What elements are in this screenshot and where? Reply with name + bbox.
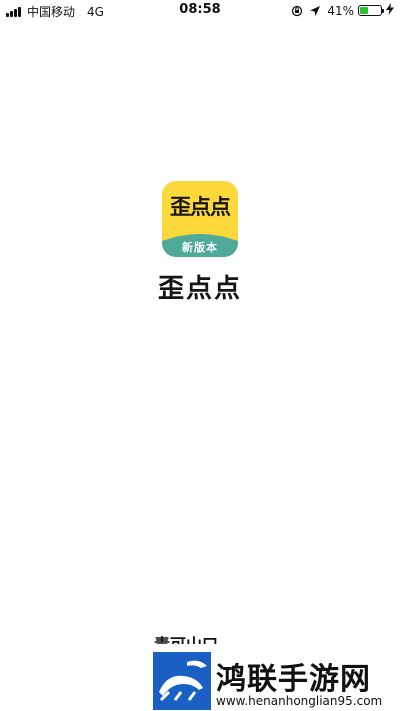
- charging-bolt-icon: [386, 3, 394, 18]
- watermark-url: www.henanhonglian95.com: [216, 694, 383, 708]
- watermark-logo: [153, 652, 211, 710]
- battery-icon: [358, 5, 384, 16]
- watermark-title: 鸿联手游网: [216, 662, 371, 697]
- app-icon-new-version-badge: 新版本: [182, 241, 218, 254]
- battery-fill: [360, 7, 369, 14]
- location-arrow-icon: [309, 5, 321, 17]
- app-name: 歪点点: [157, 274, 242, 304]
- orientation-lock-icon: [291, 5, 303, 17]
- watermark: 鸿联手游网 www.henanhonglian95.com: [150, 652, 400, 711]
- app-icon-title: 歪点点: [170, 195, 231, 219]
- status-right: 41%: [291, 3, 394, 18]
- watermark-partial-text: 青可山口: [154, 632, 244, 644]
- status-bar: 中国移动 4G 08:58 41%: [0, 0, 400, 22]
- battery-percent: 41%: [327, 3, 354, 18]
- app-icon: 歪点点 新版本: [162, 181, 238, 257]
- splash-screen: 中国移动 4G 08:58 41% 歪点点 新版本 歪点点 鸿联手游网 www.…: [0, 0, 400, 711]
